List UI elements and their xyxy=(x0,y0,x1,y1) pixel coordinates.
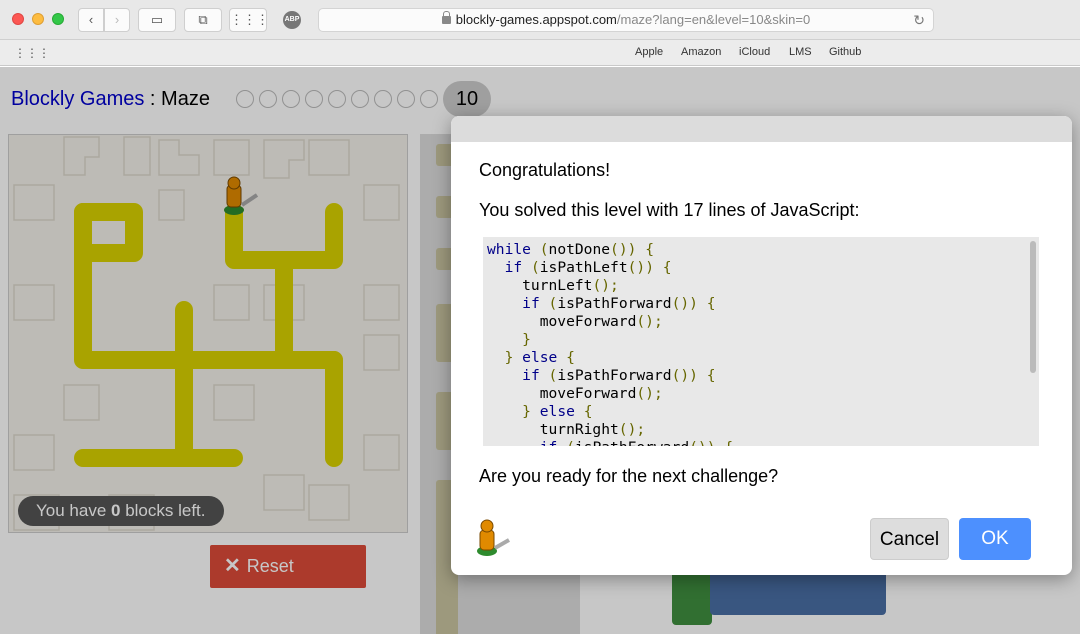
chevron-right-icon: › xyxy=(114,12,120,27)
code-line: moveForward(); xyxy=(487,313,663,330)
code-line: if (isPathForward()) { xyxy=(522,295,716,312)
show-tabs-button[interactable]: ⧉ xyxy=(184,8,222,32)
sidebar-toggle-button[interactable]: ▭ xyxy=(138,8,176,32)
code-scrollbar[interactable] xyxy=(1030,241,1036,373)
tabs-icon: ⧉ xyxy=(198,12,208,27)
congratulations-dialog: Congratulations! You solved this level w… xyxy=(451,116,1072,575)
code-line: if (isPathForward()) { xyxy=(522,367,716,384)
back-button[interactable]: ‹ xyxy=(78,8,104,32)
grid-icon: ⋮⋮⋮ xyxy=(230,12,269,27)
favorite-lms[interactable]: LMS xyxy=(789,46,812,58)
dialog-solved-text: You solved this level with 17 lines of J… xyxy=(479,200,860,220)
cancel-button[interactable]: Cancel xyxy=(870,518,949,560)
forward-button[interactable]: › xyxy=(104,8,130,32)
zoom-window-button[interactable] xyxy=(52,13,64,25)
code-line: turnRight(); xyxy=(487,421,646,438)
favorite-icloud[interactable]: iCloud xyxy=(739,46,770,58)
browser-toolbar: ‹ › ▭ ⧉ ⋮⋮⋮ ABP blockly-games.appspot.co… xyxy=(0,0,1080,40)
favorite-github[interactable]: Github xyxy=(829,46,861,58)
dialog-question: Are you ready for the next challenge? xyxy=(479,466,779,486)
reload-icon[interactable]: ↻ xyxy=(913,9,925,31)
favorite-amazon[interactable]: Amazon xyxy=(681,46,721,58)
favorite-apple[interactable]: Apple xyxy=(635,46,663,58)
code-line: } else { xyxy=(504,349,575,366)
close-window-button[interactable] xyxy=(12,13,24,25)
code-block: while (notDone()) { if (isPathLeft()) { … xyxy=(487,241,1039,446)
code-line: turnLeft(); xyxy=(487,277,619,294)
code-line: if (isPathLeft()) { xyxy=(504,259,672,276)
code-line: if (isPathForward()) { xyxy=(487,439,733,446)
lock-icon xyxy=(441,11,451,24)
code-line: moveForward(); xyxy=(487,385,663,402)
ok-button[interactable]: OK xyxy=(959,518,1031,560)
address-bar[interactable]: blockly-games.appspot.com/maze?lang=en&l… xyxy=(318,8,934,32)
url-host: blockly-games.appspot.com xyxy=(455,12,617,27)
code-viewer[interactable]: while (notDone()) { if (isPathLeft()) { … xyxy=(483,237,1039,446)
favorites-grid-icon[interactable]: ⋮⋮⋮ xyxy=(14,46,50,60)
dialog-heading: Congratulations! xyxy=(479,160,611,180)
chevron-left-icon: ‹ xyxy=(88,12,94,27)
top-sites-button[interactable]: ⋮⋮⋮ xyxy=(229,8,269,32)
code-line: } else { xyxy=(522,403,593,420)
favorites-bar: ⋮⋮⋮ Apple Amazon iCloud LMS Github xyxy=(0,40,1080,66)
adblock-icon[interactable]: ABP xyxy=(283,11,301,29)
code-line: while (notDone()) { xyxy=(487,241,654,258)
code-line: } xyxy=(522,331,531,348)
sidebar-icon: ▭ xyxy=(150,12,164,27)
url-path: /maze?lang=en&level=10&skin=0 xyxy=(616,12,811,27)
pegman-icon xyxy=(477,519,510,556)
minimize-window-button[interactable] xyxy=(32,13,44,25)
dialog-header[interactable] xyxy=(451,116,1072,142)
